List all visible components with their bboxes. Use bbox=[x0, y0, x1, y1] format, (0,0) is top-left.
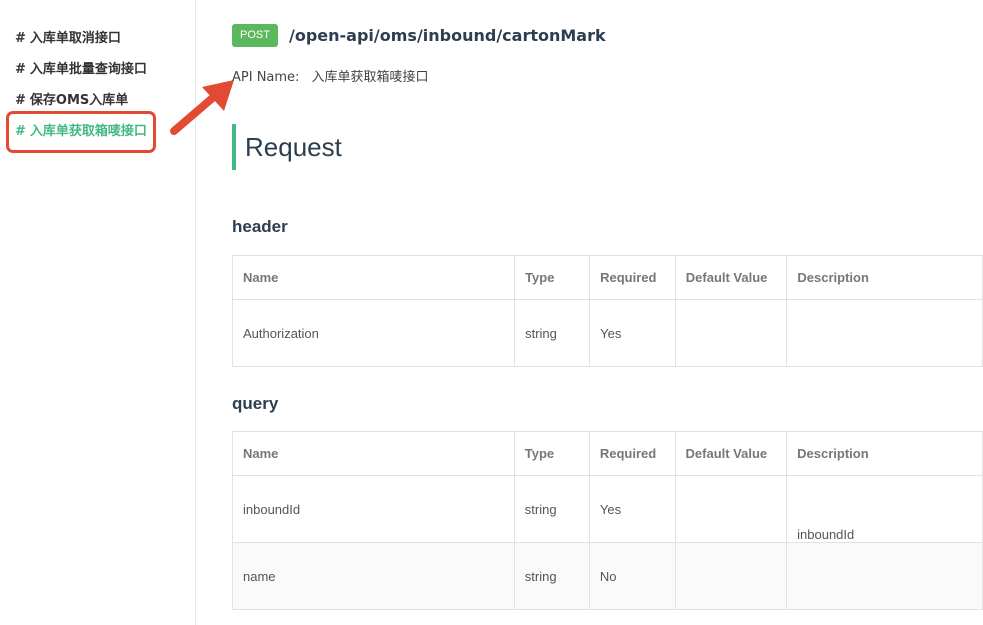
param-default bbox=[674, 475, 788, 543]
param-required: Yes bbox=[589, 299, 676, 367]
table-header-row: Name Type Required Default Value Descrip… bbox=[232, 431, 983, 476]
annotation-highlight-box bbox=[6, 111, 156, 153]
param-default bbox=[674, 299, 788, 367]
param-description bbox=[786, 542, 983, 610]
hash-prefix: # bbox=[15, 31, 26, 46]
param-required: Yes bbox=[588, 475, 676, 543]
query-section-title: query bbox=[232, 394, 279, 413]
request-heading: Request bbox=[232, 124, 342, 170]
param-type: string bbox=[513, 542, 590, 610]
sidebar-item-label: 保存OMS入库单 bbox=[29, 93, 129, 108]
column-header: Type bbox=[513, 431, 590, 476]
sidebar-item-inbound-batch-query[interactable]: # 入库单批量查询接口 bbox=[15, 58, 147, 77]
column-header: Description bbox=[786, 431, 983, 476]
column-header: Name bbox=[232, 431, 515, 476]
param-type: string bbox=[514, 299, 591, 367]
header-section-title: header bbox=[232, 217, 288, 236]
sidebar-item-inbound-cancel[interactable]: # 入库单取消接口 bbox=[15, 27, 121, 46]
annotation-arrow-icon bbox=[170, 80, 234, 135]
header-params-table: Name Type Required Default Value Descrip… bbox=[231, 255, 983, 367]
column-header: Default Value bbox=[674, 431, 788, 476]
param-name: Authorization bbox=[231, 299, 516, 367]
param-description bbox=[786, 299, 983, 367]
hash-prefix: # bbox=[15, 62, 26, 77]
api-name-value: 入库单获取箱唛接口 bbox=[311, 70, 429, 85]
sidebar-item-label: 入库单取消接口 bbox=[29, 31, 121, 46]
param-type: string bbox=[513, 475, 590, 543]
column-header: Description bbox=[786, 255, 983, 300]
param-name: name bbox=[232, 542, 515, 610]
hash-prefix: # bbox=[15, 93, 26, 108]
query-params-table: Name Type Required Default Value Descrip… bbox=[232, 431, 983, 610]
param-required: No bbox=[588, 542, 676, 610]
column-header: Default Value bbox=[674, 255, 788, 300]
table-row: inboundId string Yes inboundId bbox=[232, 475, 983, 543]
column-header: Type bbox=[514, 255, 591, 300]
api-name-label: API Name: bbox=[232, 70, 300, 85]
column-header: Required bbox=[588, 431, 676, 476]
table-row: name string No bbox=[232, 542, 983, 610]
column-header: Name bbox=[231, 255, 516, 300]
param-default bbox=[674, 542, 788, 610]
api-name-row: API Name: 入库单获取箱唛接口 bbox=[232, 66, 428, 85]
endpoint-path: /open-api/oms/inbound/cartonMark bbox=[289, 26, 606, 45]
table-header-row: Name Type Required Default Value Descrip… bbox=[231, 255, 983, 300]
sidebar-item-label: 入库单批量查询接口 bbox=[29, 62, 147, 77]
param-name: inboundId bbox=[232, 475, 515, 543]
method-badge: POST bbox=[232, 24, 278, 47]
table-row: Authorization string Yes bbox=[231, 299, 983, 367]
param-description: inboundId bbox=[786, 475, 983, 543]
column-header: Required bbox=[589, 255, 676, 300]
sidebar-item-save-oms-inbound[interactable]: # 保存OMS入库单 bbox=[15, 89, 128, 108]
